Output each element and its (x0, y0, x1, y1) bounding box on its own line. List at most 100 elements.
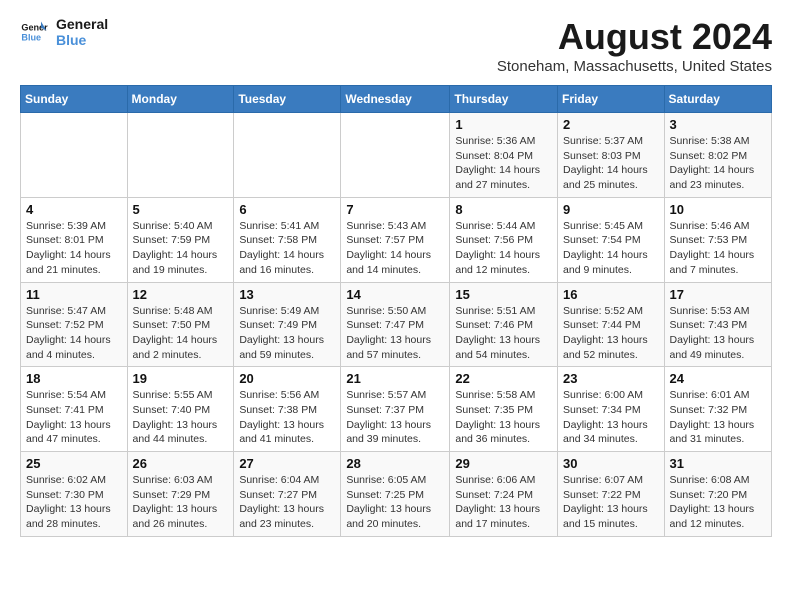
day-number: 24 (670, 371, 766, 386)
day-info: Sunrise: 6:02 AM Sunset: 7:30 PM Dayligh… (26, 473, 122, 532)
day-number: 10 (670, 202, 766, 217)
day-cell: 7 Sunrise: 5:43 AM Sunset: 7:57 PM Daylig… (341, 197, 450, 282)
day-info: Sunrise: 5:57 AM Sunset: 7:37 PM Dayligh… (346, 388, 444, 447)
day-number: 9 (563, 202, 659, 217)
day-info: Sunrise: 5:36 AM Sunset: 8:04 PM Dayligh… (455, 134, 552, 193)
day-cell: 8Sunrise: 5:44 AM Sunset: 7:56 PM Daylig… (450, 197, 558, 282)
day-number: 2 (563, 117, 659, 132)
day-info: Sunrise: 6:07 AM Sunset: 7:22 PM Dayligh… (563, 473, 659, 532)
day-cell: 26Sunrise: 6:03 AM Sunset: 7:29 PM Dayli… (127, 452, 234, 537)
day-number: 17 (670, 287, 766, 302)
day-number: 4 (26, 202, 122, 217)
day-info: Sunrise: 5:51 AM Sunset: 7:46 PM Dayligh… (455, 304, 552, 363)
day-number: 21 (346, 371, 444, 386)
day-cell: 5Sunrise: 5:40 AM Sunset: 7:59 PM Daylig… (127, 197, 234, 282)
day-cell (341, 113, 450, 198)
weekday-header-friday: Friday (558, 86, 665, 113)
day-cell: 10 Sunrise: 5:46 AM Sunset: 7:53 PM Dayli… (664, 197, 771, 282)
day-info: Sunrise: 6:05 AM Sunset: 7:25 PM Dayligh… (346, 473, 444, 532)
day-cell: 15 Sunrise: 5:51 AM Sunset: 7:46 PM Dayli… (450, 282, 558, 367)
calendar-table: SundayMondayTuesdayWednesdayThursdayFrid… (20, 85, 772, 537)
logo-line2: Blue (56, 32, 108, 48)
day-cell: 31Sunrise: 6:08 AM Sunset: 7:20 PM Dayli… (664, 452, 771, 537)
day-number: 31 (670, 456, 766, 471)
day-cell: 18Sunrise: 5:54 AM Sunset: 7:41 PM Dayli… (21, 367, 128, 452)
day-cell: 24 Sunrise: 6:01 AM Sunset: 7:32 PM Dayli… (664, 367, 771, 452)
day-cell: 11Sunrise: 5:47 AM Sunset: 7:52 PM Dayli… (21, 282, 128, 367)
day-cell: 23Sunrise: 6:00 AM Sunset: 7:34 PM Dayli… (558, 367, 665, 452)
week-row-5: 25 Sunrise: 6:02 AM Sunset: 7:30 PM Dayli… (21, 452, 772, 537)
day-info: Sunrise: 5:54 AM Sunset: 7:41 PM Dayligh… (26, 388, 122, 447)
day-number: 7 (346, 202, 444, 217)
day-cell: 19Sunrise: 5:55 AM Sunset: 7:40 PM Dayli… (127, 367, 234, 452)
logo-icon: General Blue (20, 18, 48, 46)
day-info: Sunrise: 5:56 AM Sunset: 7:38 PM Dayligh… (239, 388, 335, 447)
day-cell: 12 Sunrise: 5:48 AM Sunset: 7:50 PM Dayli… (127, 282, 234, 367)
day-cell: 28 Sunrise: 6:05 AM Sunset: 7:25 PM Dayli… (341, 452, 450, 537)
day-info: Sunrise: 5:43 AM Sunset: 7:57 PM Dayligh… (346, 219, 444, 278)
day-cell (127, 113, 234, 198)
day-info: Sunrise: 5:45 AM Sunset: 7:54 PM Dayligh… (563, 219, 659, 278)
day-cell: 2 Sunrise: 5:37 AM Sunset: 8:03 PM Daylig… (558, 113, 665, 198)
day-number: 30 (563, 456, 659, 471)
weekday-header-thursday: Thursday (450, 86, 558, 113)
logo-line1: General (56, 16, 108, 32)
day-info: Sunrise: 6:00 AM Sunset: 7:34 PM Dayligh… (563, 388, 659, 447)
day-info: Sunrise: 5:52 AM Sunset: 7:44 PM Dayligh… (563, 304, 659, 363)
weekday-header-row: SundayMondayTuesdayWednesdayThursdayFrid… (21, 86, 772, 113)
day-number: 13 (239, 287, 335, 302)
day-info: Sunrise: 5:55 AM Sunset: 7:40 PM Dayligh… (133, 388, 229, 447)
day-cell: 16 Sunrise: 5:52 AM Sunset: 7:44 PM Dayli… (558, 282, 665, 367)
day-number: 16 (563, 287, 659, 302)
day-number: 25 (26, 456, 122, 471)
day-cell: 25 Sunrise: 6:02 AM Sunset: 7:30 PM Dayli… (21, 452, 128, 537)
logo: General Blue General Blue (20, 16, 108, 48)
location-subtitle: Stoneham, Massachusetts, United States (497, 58, 772, 75)
day-cell: 30 Sunrise: 6:07 AM Sunset: 7:22 PM Dayli… (558, 452, 665, 537)
day-number: 5 (133, 202, 229, 217)
day-number: 6 (239, 202, 335, 217)
day-cell (21, 113, 128, 198)
day-info: Sunrise: 5:41 AM Sunset: 7:58 PM Dayligh… (239, 219, 335, 278)
day-info: Sunrise: 6:01 AM Sunset: 7:32 PM Dayligh… (670, 388, 766, 447)
day-cell: 3Sunrise: 5:38 AM Sunset: 8:02 PM Daylig… (664, 113, 771, 198)
day-cell (234, 113, 341, 198)
weekday-header-wednesday: Wednesday (341, 86, 450, 113)
day-cell: 17 Sunrise: 5:53 AM Sunset: 7:43 PM Dayli… (664, 282, 771, 367)
title-section: August 2024 Stoneham, Massachusetts, Uni… (497, 16, 772, 75)
day-number: 29 (455, 456, 552, 471)
day-cell: 4 Sunrise: 5:39 AM Sunset: 8:01 PM Daylig… (21, 197, 128, 282)
day-number: 15 (455, 287, 552, 302)
day-info: Sunrise: 5:49 AM Sunset: 7:49 PM Dayligh… (239, 304, 335, 363)
day-cell: 6 Sunrise: 5:41 AM Sunset: 7:58 PM Daylig… (234, 197, 341, 282)
day-info: Sunrise: 6:06 AM Sunset: 7:24 PM Dayligh… (455, 473, 552, 532)
day-info: Sunrise: 5:39 AM Sunset: 8:01 PM Dayligh… (26, 219, 122, 278)
day-cell: 27Sunrise: 6:04 AM Sunset: 7:27 PM Dayli… (234, 452, 341, 537)
weekday-header-sunday: Sunday (21, 86, 128, 113)
day-info: Sunrise: 5:48 AM Sunset: 7:50 PM Dayligh… (133, 304, 229, 363)
week-row-3: 11Sunrise: 5:47 AM Sunset: 7:52 PM Dayli… (21, 282, 772, 367)
day-info: Sunrise: 5:58 AM Sunset: 7:35 PM Dayligh… (455, 388, 552, 447)
week-row-1: 1 Sunrise: 5:36 AM Sunset: 8:04 PM Daylig… (21, 113, 772, 198)
day-cell: 21 Sunrise: 5:57 AM Sunset: 7:37 PM Dayli… (341, 367, 450, 452)
weekday-header-monday: Monday (127, 86, 234, 113)
day-info: Sunrise: 5:37 AM Sunset: 8:03 PM Dayligh… (563, 134, 659, 193)
header: General Blue General Blue August 2024 St… (20, 16, 772, 75)
day-number: 27 (239, 456, 335, 471)
day-number: 12 (133, 287, 229, 302)
week-row-4: 18Sunrise: 5:54 AM Sunset: 7:41 PM Dayli… (21, 367, 772, 452)
day-info: Sunrise: 6:03 AM Sunset: 7:29 PM Dayligh… (133, 473, 229, 532)
day-number: 1 (455, 117, 552, 132)
day-cell: 22Sunrise: 5:58 AM Sunset: 7:35 PM Dayli… (450, 367, 558, 452)
day-info: Sunrise: 5:38 AM Sunset: 8:02 PM Dayligh… (670, 134, 766, 193)
day-number: 28 (346, 456, 444, 471)
day-cell: 14Sunrise: 5:50 AM Sunset: 7:47 PM Dayli… (341, 282, 450, 367)
day-info: Sunrise: 5:46 AM Sunset: 7:53 PM Dayligh… (670, 219, 766, 278)
month-year-title: August 2024 (497, 16, 772, 58)
day-number: 8 (455, 202, 552, 217)
day-number: 20 (239, 371, 335, 386)
weekday-header-tuesday: Tuesday (234, 86, 341, 113)
day-info: Sunrise: 5:47 AM Sunset: 7:52 PM Dayligh… (26, 304, 122, 363)
day-info: Sunrise: 5:53 AM Sunset: 7:43 PM Dayligh… (670, 304, 766, 363)
svg-text:Blue: Blue (21, 32, 41, 42)
